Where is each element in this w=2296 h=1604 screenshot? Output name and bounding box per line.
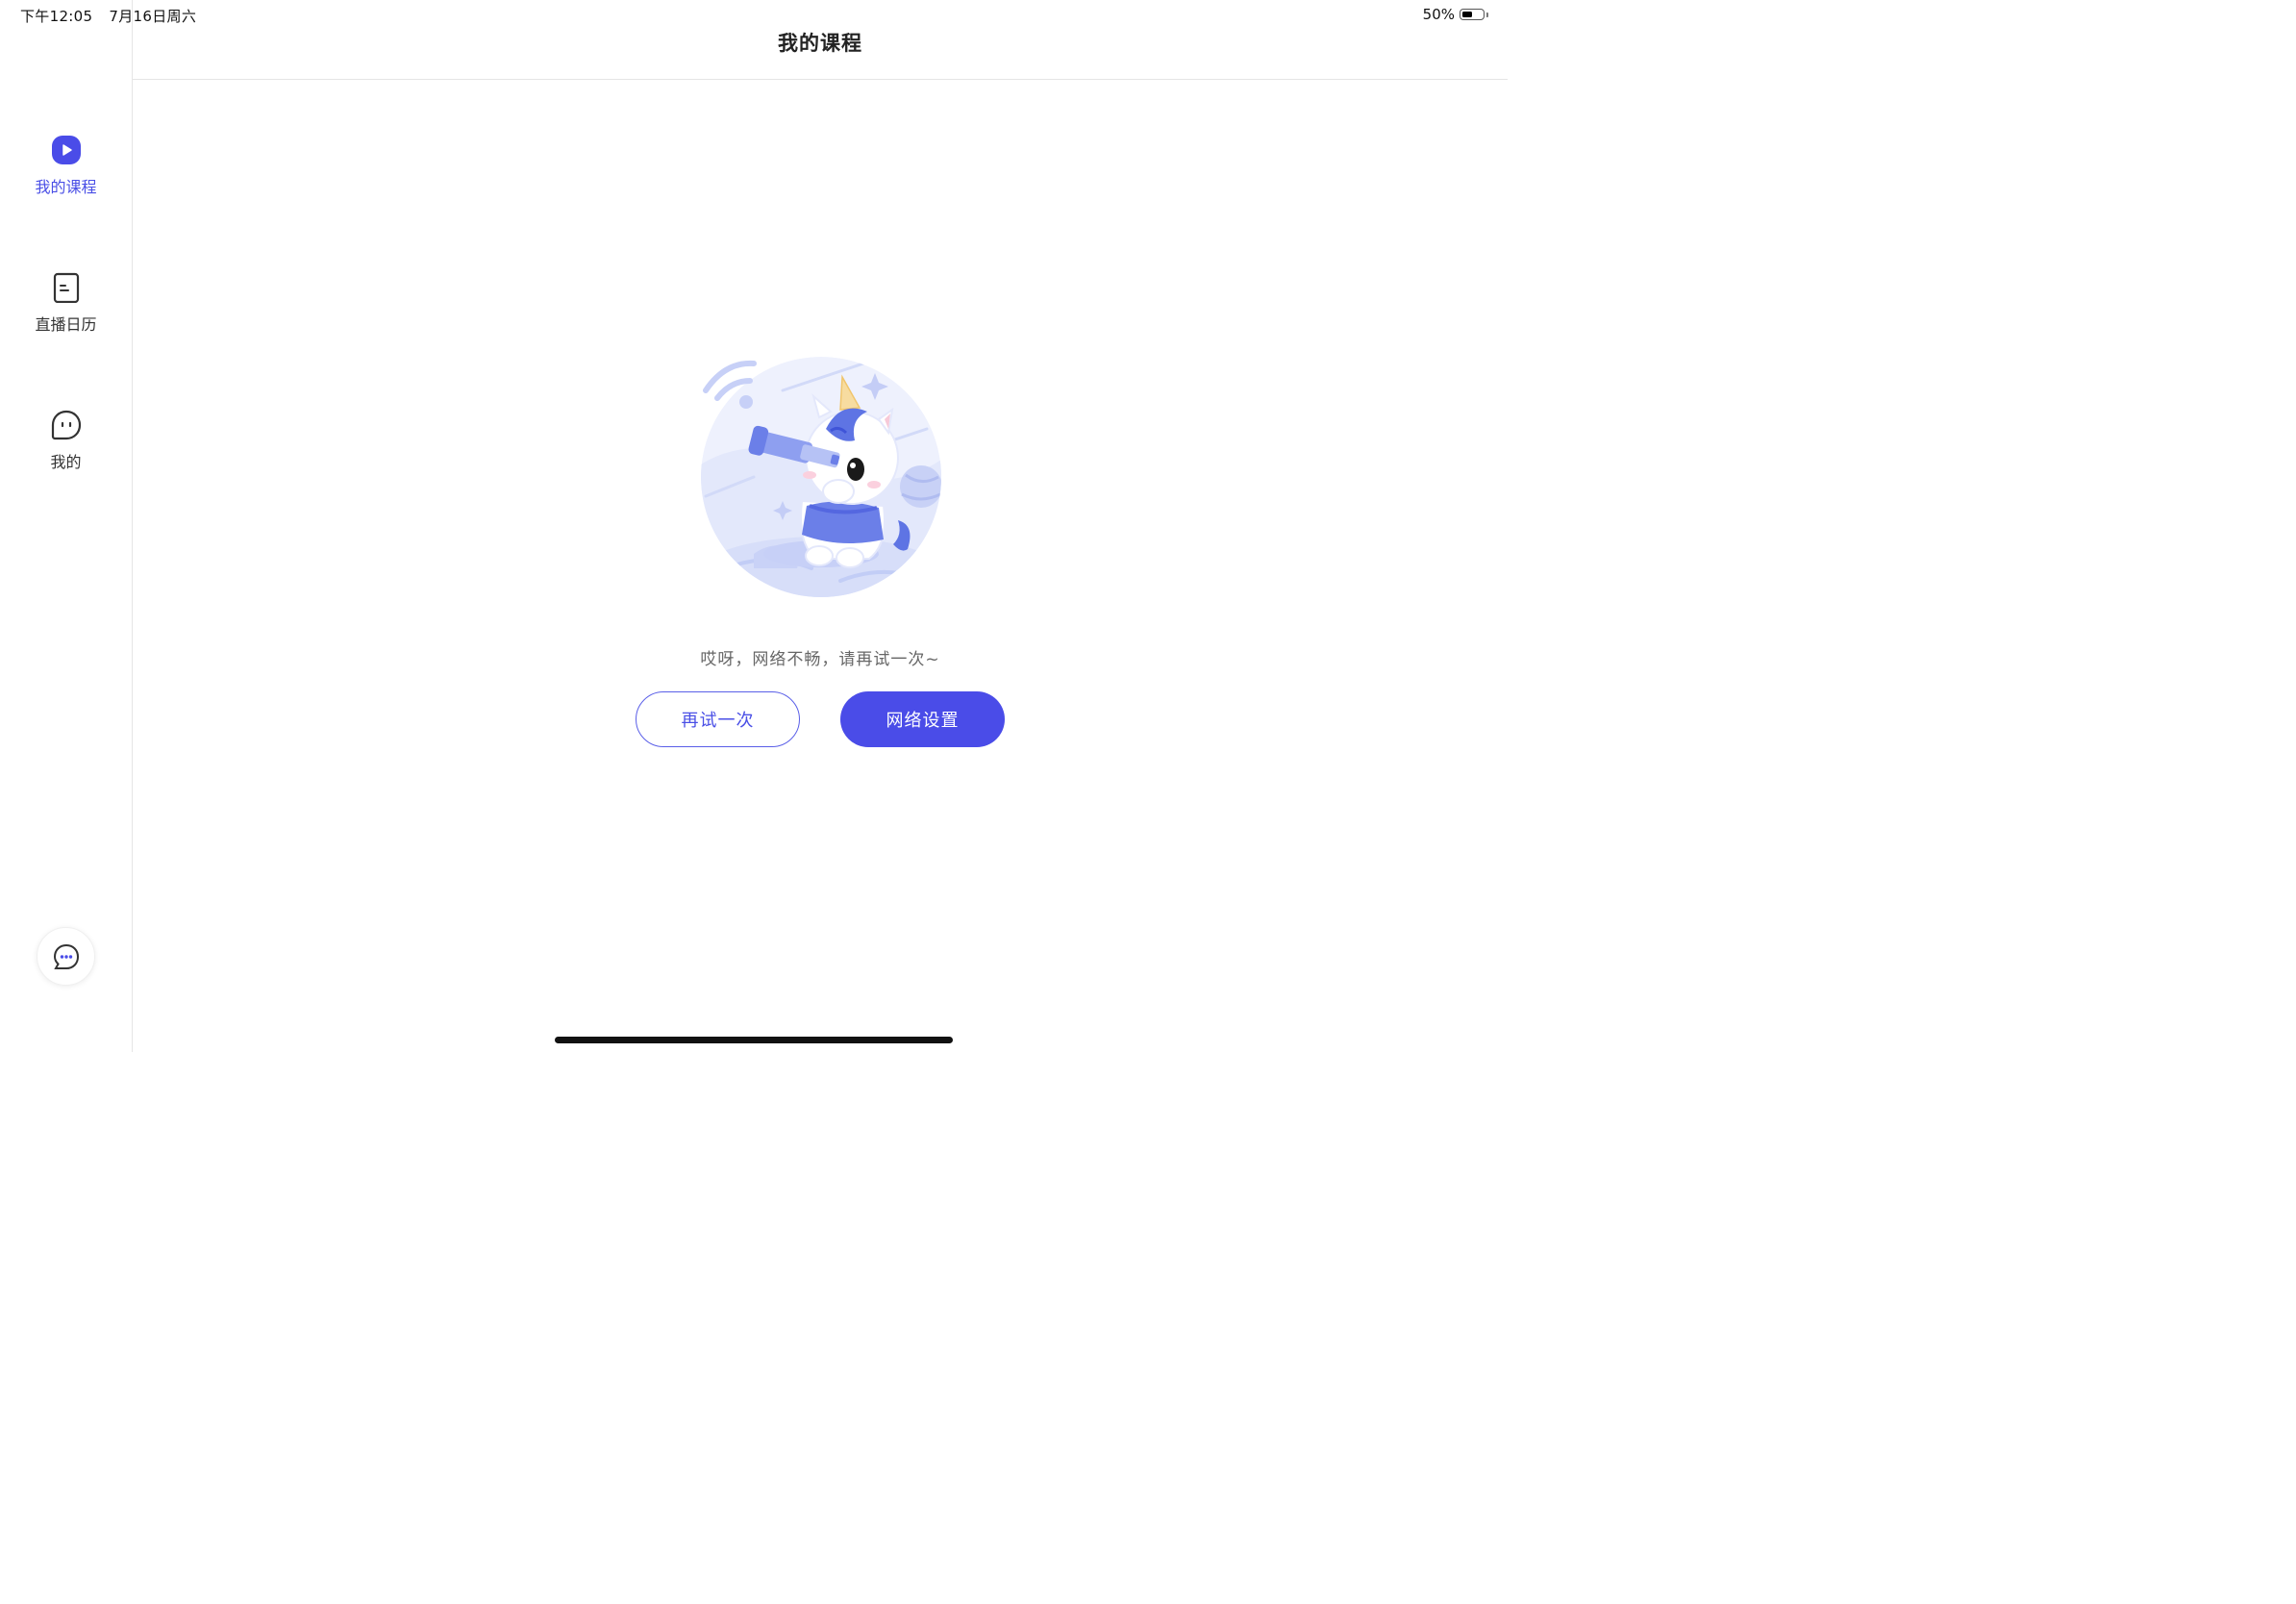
network-settings-button[interactable]: 网络设置 xyxy=(840,691,1005,747)
battery-level xyxy=(1462,12,1472,17)
battery-tip xyxy=(1486,12,1488,17)
retry-button[interactable]: 再试一次 xyxy=(636,691,800,747)
sidebar-item-label: 我的 xyxy=(50,453,82,471)
page-title: 我的课程 xyxy=(778,31,862,55)
profile-face-icon xyxy=(51,410,81,440)
sidebar-item-profile[interactable]: 我的 xyxy=(0,410,132,472)
home-indicator[interactable] xyxy=(555,1037,953,1043)
battery-icon xyxy=(1460,9,1485,20)
play-icon xyxy=(51,136,81,164)
chat-bubble-icon xyxy=(53,943,79,969)
chat-button[interactable] xyxy=(37,927,95,986)
network-error-message: 哎呀，网络不畅，请再试一次~ xyxy=(700,650,940,669)
status-bar: 下午12:05 7月16日周六 50% xyxy=(0,0,1508,31)
battery-percent: 50% xyxy=(1422,6,1455,23)
status-right: 50% xyxy=(1423,6,1488,23)
sidebar-item-label: 我的课程 xyxy=(35,178,97,196)
header: 我的课程 xyxy=(133,31,1508,80)
unicorn-telescope-illustration xyxy=(701,357,941,597)
calendar-doc-icon xyxy=(53,272,79,303)
sidebar-item-live-calendar[interactable]: 直播日历 xyxy=(0,272,132,335)
sidebar-item-my-courses[interactable]: 我的课程 xyxy=(0,135,132,197)
sidebar: 我的课程 直播日历 我的 xyxy=(0,0,133,1052)
sidebar-item-label: 直播日历 xyxy=(35,315,97,334)
